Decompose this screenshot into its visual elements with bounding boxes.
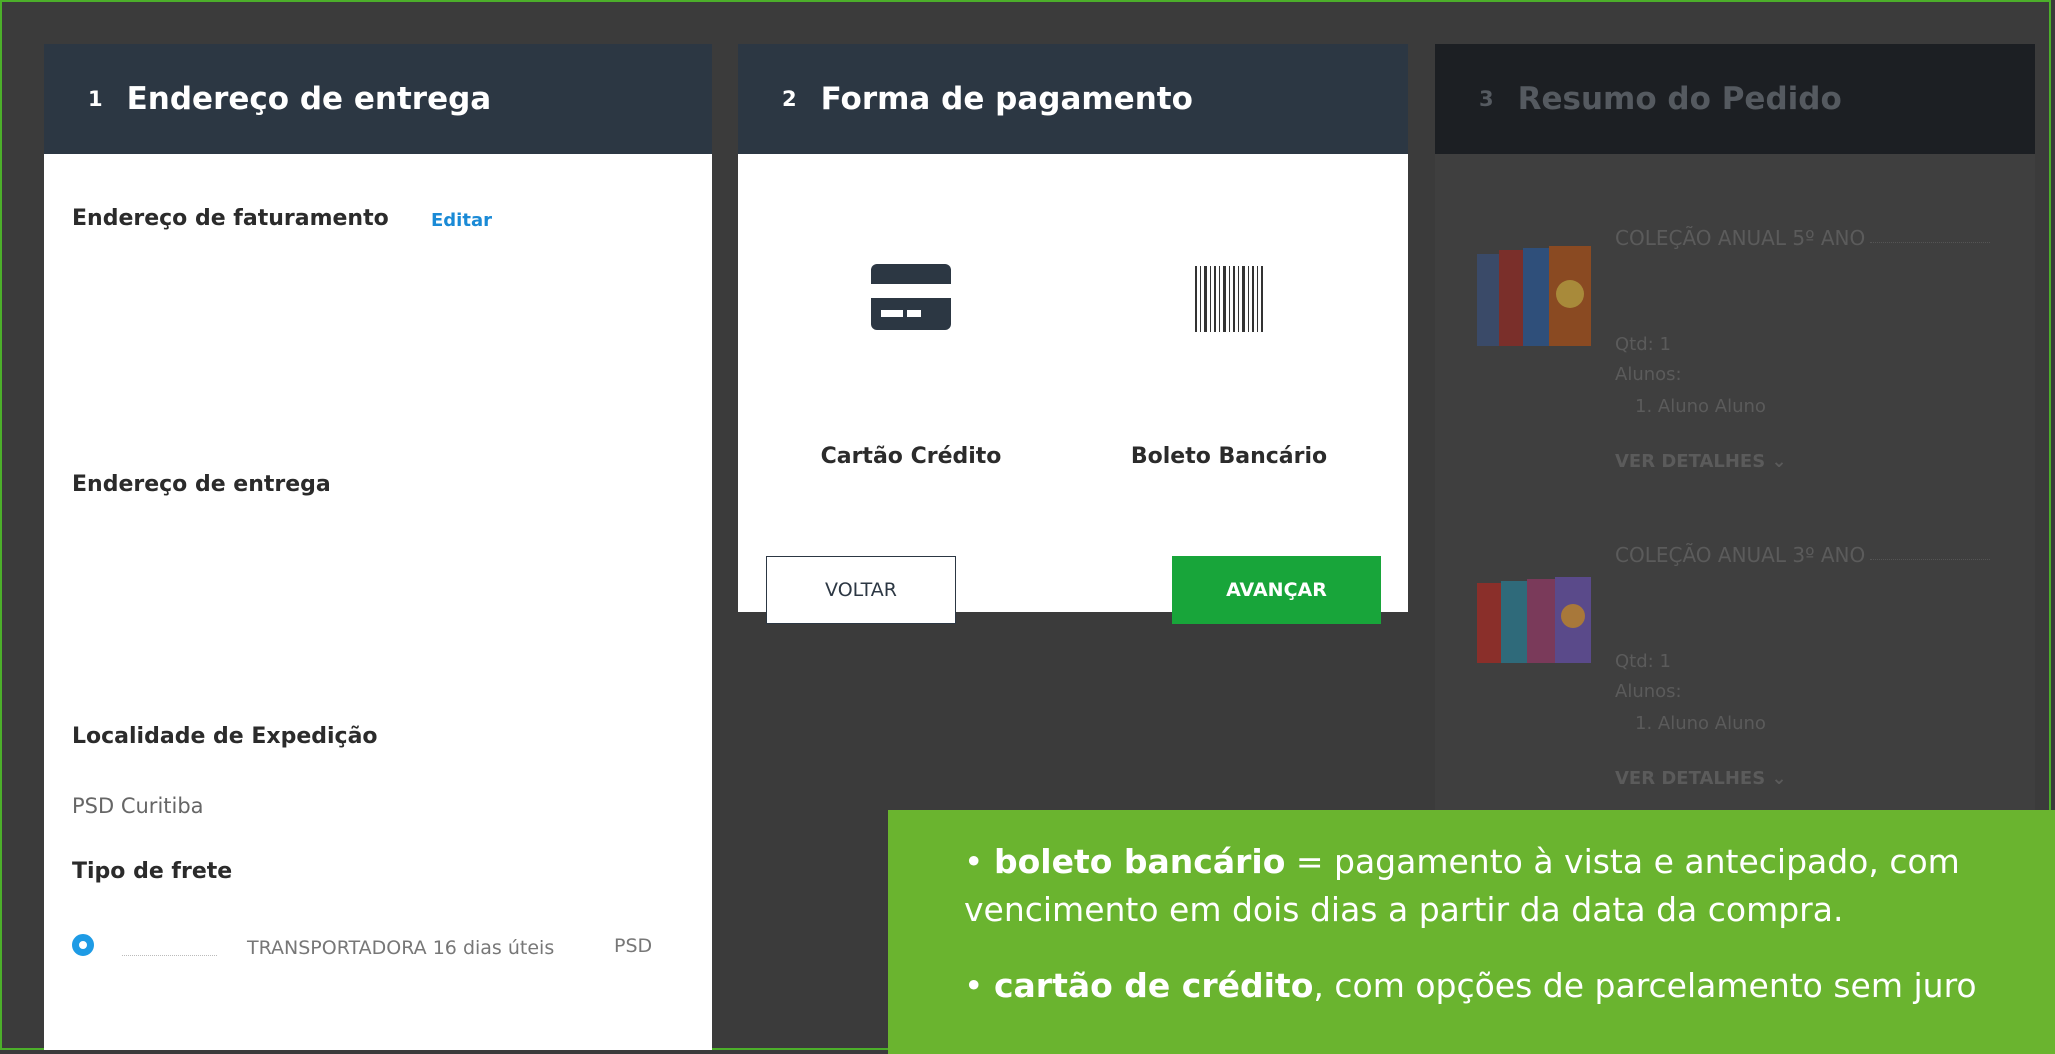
payment-method-panel: 2 Forma de pagamento Cartão Crédito Bole…: [738, 44, 1408, 624]
info-bold: boleto bancário: [993, 842, 1286, 881]
product-thumbnail: [1477, 577, 1591, 663]
origin-value: PSD Curitiba: [72, 794, 204, 818]
product-title: COLEÇÃO ANUAL 5º ANO: [1615, 226, 1866, 250]
panel-header: 3 Resumo do Pedido: [1435, 44, 2035, 154]
shipping-address-label: Endereço de entrega: [72, 472, 331, 497]
step-number: 1: [88, 87, 103, 111]
panel-body: Endereço de faturamento Editar Endereço …: [44, 154, 712, 1050]
edit-link[interactable]: Editar: [431, 210, 492, 231]
chevron-down-icon: ⌄: [1771, 768, 1787, 789]
student-name: 1. Aluno Aluno: [1635, 713, 1766, 734]
product-qty: Qtd: 1: [1615, 334, 1671, 355]
view-details-link[interactable]: VER DETALHES ⌄: [1615, 768, 1787, 789]
freight-radio[interactable]: [72, 934, 94, 956]
origin-label: Localidade de Expedição: [72, 724, 378, 749]
chevron-down-icon: ⌄: [1771, 451, 1787, 472]
freight-type-label: Tipo de frete: [72, 859, 233, 884]
step-number: 2: [782, 87, 797, 111]
next-button[interactable]: AVANÇAR: [1172, 556, 1381, 624]
product-title: COLEÇÃO ANUAL 3º ANO: [1615, 543, 1866, 567]
redacted-value: [122, 955, 217, 956]
payment-method-label: Cartão Crédito: [820, 444, 1002, 469]
barcode-icon: [1195, 266, 1263, 332]
payment-method-label: Boleto Bancário: [1130, 444, 1328, 469]
view-details-link[interactable]: VER DETALHES ⌄: [1615, 451, 1787, 472]
info-line: • cartão de crédito, com opções de parce…: [964, 965, 1977, 1005]
info-text: = pagamento à vista e antecipado, com: [1285, 842, 1960, 881]
panel-header: 1 Endereço de entrega: [44, 44, 712, 154]
product-thumbnail: [1477, 246, 1591, 346]
panel-title: Endereço de entrega: [126, 81, 492, 117]
payment-info-box: • boleto bancário = pagamento à vista e …: [888, 810, 2055, 1054]
delivery-address-panel: 1 Endereço de entrega Endereço de fatura…: [44, 44, 712, 1050]
student-name: 1. Aluno Aluno: [1635, 396, 1766, 417]
step-number: 3: [1479, 87, 1494, 111]
info-bold: cartão de crédito: [993, 965, 1314, 1005]
back-button[interactable]: VOLTAR: [766, 556, 956, 624]
panel-title: Forma de pagamento: [820, 81, 1193, 117]
redacted-value: [1870, 242, 1990, 243]
info-line: • boleto bancário = pagamento à vista e …: [964, 842, 1960, 929]
view-details-label: VER DETALHES: [1615, 451, 1766, 472]
view-details-label: VER DETALHES: [1615, 768, 1766, 789]
credit-card-icon: [871, 264, 951, 330]
info-text: vencimento em dois dias a partir da data…: [964, 889, 1844, 929]
panel-title: Resumo do Pedido: [1517, 81, 1842, 117]
freight-option-name: TRANSPORTADORA 16 dias úteis: [247, 937, 555, 959]
billing-address-label: Endereço de faturamento: [72, 206, 389, 231]
students-label: Alunos:: [1615, 364, 1682, 385]
panel-body: Cartão Crédito Boleto Bancário VOLTAR AV…: [738, 154, 1408, 624]
product-qty: Qtd: 1: [1615, 651, 1671, 672]
redacted-value: [1870, 559, 1990, 560]
info-text: , com opções de parcelamento sem juro: [1313, 965, 1977, 1005]
freight-option-org: PSD: [614, 935, 653, 957]
students-label: Alunos:: [1615, 681, 1682, 702]
panel-header: 2 Forma de pagamento: [738, 44, 1408, 154]
